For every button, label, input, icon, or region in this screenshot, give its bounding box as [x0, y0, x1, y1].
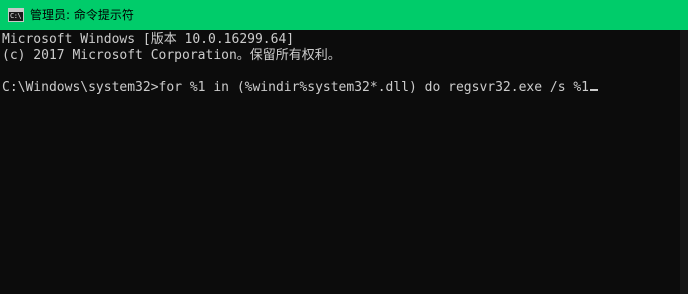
window-title: 管理员: 命令提示符 — [30, 8, 134, 22]
console-output[interactable]: Microsoft Windows [版本 10.0.16299.64] (c)… — [0, 30, 680, 294]
console-prompt: C:\Windows\system32> — [2, 80, 159, 95]
cmd-icon-prompt: C:\ — [10, 12, 22, 20]
command-line[interactable]: C:\Windows\system32>for %1 in (%windir%s… — [2, 80, 599, 96]
text-cursor — [590, 89, 599, 91]
console-line-copyright: (c) 2017 Microsoft Corporation。保留所有权利。 — [2, 48, 341, 63]
command-input[interactable]: for %1 in (%windir%system32*.dll) do reg… — [159, 80, 589, 95]
vertical-scrollbar[interactable] — [680, 30, 688, 294]
console-line-version: Microsoft Windows [版本 10.0.16299.64] — [2, 32, 295, 47]
cmd-window: C:\ 管理员: 命令提示符 Microsoft Windows [版本 10.… — [0, 0, 688, 294]
cmd-icon[interactable]: C:\ — [8, 8, 24, 22]
title-bar[interactable]: C:\ 管理员: 命令提示符 — [0, 0, 688, 30]
